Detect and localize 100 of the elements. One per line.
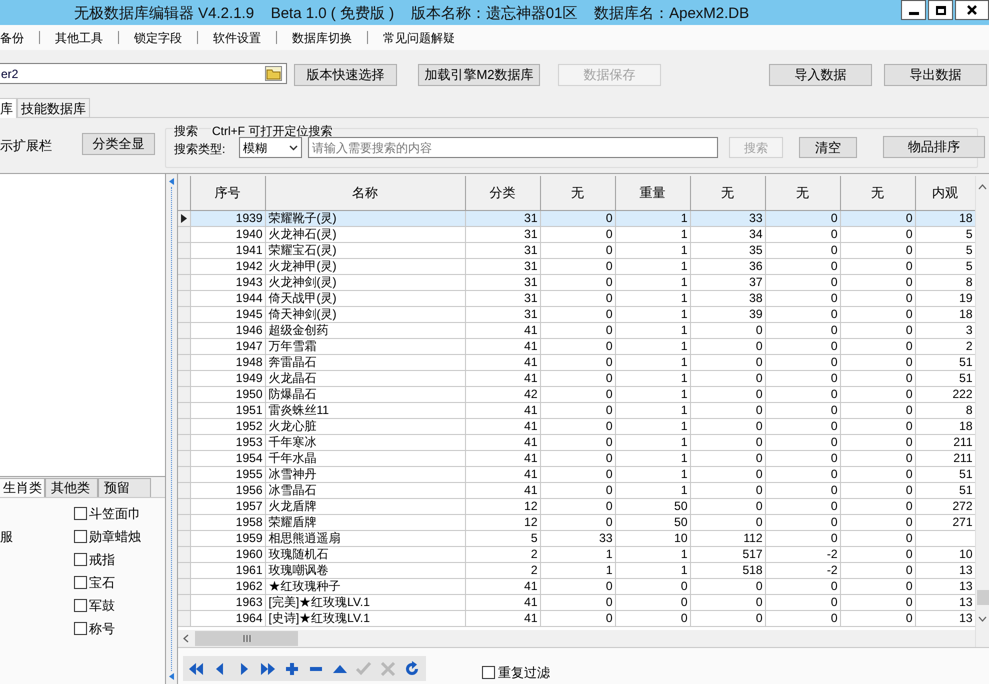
dedupe-checkbox[interactable]: 重复过滤 [482, 662, 550, 682]
table-cell: 0 [906, 578, 912, 592]
table-row[interactable]: 1946 超级金创药 41 0 1 0 0 0 3 [178, 322, 975, 338]
plus-icon[interactable] [283, 660, 301, 676]
table-row[interactable]: 1947 万年雪霜 41 0 1 0 0 0 2 [178, 338, 975, 354]
table-row[interactable]: 1957 火龙盾牌 12 0 50 0 0 0 272 [178, 498, 975, 514]
search-field[interactable]: 请输入需要搜索的内容 [308, 137, 718, 158]
table-row[interactable]: 1943 火龙神剑(灵) 31 0 1 37 0 0 8 [178, 274, 975, 290]
column-header[interactable]: 分类 [465, 176, 540, 210]
table-cell: 0 [906, 290, 912, 304]
category-checkbox[interactable]: 宝石 [74, 575, 165, 598]
table-row[interactable]: 1941 荣耀宝石(灵) 31 0 1 35 0 0 5 [178, 242, 975, 258]
table-row[interactable]: 1961 玫瑰嘲讽卷 2 1 1 518 -2 0 13 [178, 562, 975, 578]
table-row[interactable]: 1963 [完美]★红玫瑰LV.1 41 0 0 0 0 0 13 [178, 594, 975, 610]
table-cell: 50 [674, 498, 688, 512]
last-record-icon[interactable] [259, 660, 277, 676]
table-row[interactable]: 1960 玫瑰随机石 2 1 1 517 -2 0 10 [178, 546, 975, 562]
scroll-down-icon[interactable] [978, 616, 987, 622]
table-row[interactable]: 1939 荣耀靴子(灵) 31 0 1 33 0 0 18 [178, 210, 975, 226]
column-header[interactable]: 无 [540, 176, 615, 210]
refresh-icon[interactable] [403, 660, 421, 676]
show-all-button[interactable]: 分类全显 [82, 133, 155, 155]
table-cell: 272 [952, 498, 972, 512]
vertical-scrollbar[interactable] [975, 176, 989, 647]
search-type-dropdown[interactable]: 模糊 [239, 137, 302, 158]
folder-icon[interactable] [265, 66, 282, 81]
table-cell: 0 [756, 482, 762, 496]
table-cell: 35 [749, 242, 762, 256]
path-field[interactable]: er2 [0, 63, 287, 84]
scroll-thumb[interactable] [977, 590, 989, 605]
table-row[interactable]: 1959 相思熊逍遥扇 5 33 10 112 0 0 [178, 530, 975, 546]
column-header[interactable]: 序号 [190, 176, 265, 210]
close-button[interactable] [955, 0, 989, 20]
scroll-thumb[interactable] [195, 631, 298, 646]
menu-item[interactable]: 数据库切换 [277, 28, 367, 46]
table-row[interactable]: 1955 冰雪神丹 41 0 1 0 0 0 51 [178, 466, 975, 482]
table-row[interactable]: 1948 奔雷晶石 41 0 1 0 0 0 51 [178, 354, 975, 370]
table-row[interactable]: 1964 [史诗]★红玫瑰LV.1 41 0 0 0 0 0 13 [178, 610, 975, 626]
scroll-left-icon[interactable] [183, 634, 189, 643]
table-cell: 0 [680, 578, 688, 592]
category-checkbox[interactable]: 斗笠面巾 [74, 506, 165, 529]
table-cell: 0 [606, 226, 612, 240]
collapse-arrow-icon[interactable] [169, 178, 174, 185]
splitter[interactable] [166, 174, 178, 684]
table-cell: 1964 [236, 610, 262, 624]
collapse-arrow-icon[interactable] [169, 673, 174, 680]
toolbar-button[interactable]: 导出数据 [884, 64, 987, 86]
tab[interactable]: 库 [0, 98, 17, 118]
toolbar-button[interactable]: 版本快速选择 [294, 64, 397, 86]
table-row[interactable]: 1956 冰雪晶石 41 0 1 0 0 0 51 [178, 482, 975, 498]
horizontal-scrollbar[interactable] [178, 630, 975, 647]
toolbar-button[interactable]: 加载引擎M2数据库 [418, 64, 540, 86]
category-checkbox[interactable]: 勋章蜡烛 [74, 529, 165, 552]
table-row[interactable]: 1954 千年水晶 41 0 1 0 0 0 211 [178, 450, 975, 466]
table-row[interactable]: 1952 火龙心脏 41 0 1 0 0 0 18 [178, 418, 975, 434]
table-row[interactable]: 1950 防爆晶石 42 0 1 0 0 0 222 [178, 386, 975, 402]
table-row[interactable]: 1945 倚天神剑(灵) 31 0 1 39 0 0 18 [178, 306, 975, 322]
menu-item[interactable]: 锁定字段 [119, 28, 197, 46]
category-checkbox[interactable]: 军鼓 [74, 598, 165, 621]
table-row[interactable]: 1962 ★红玫瑰种子 41 0 0 0 0 0 13 [178, 578, 975, 594]
category-tab[interactable]: 预留 [98, 478, 151, 497]
table-cell: 千年水晶 [268, 450, 316, 464]
table-cell: 0 [830, 418, 838, 432]
column-header[interactable]: 无 [690, 176, 765, 210]
toggle-label[interactable]: 示扩展栏 [0, 136, 52, 156]
table-row[interactable]: 1949 火龙晶石 41 0 1 0 0 0 51 [178, 370, 975, 386]
column-header[interactable]: 内观 [915, 176, 975, 210]
table-row[interactable]: 1953 千年寒冰 41 0 1 0 0 0 211 [178, 434, 975, 450]
table-cell: 37 [749, 274, 762, 288]
category-checkbox[interactable]: 称号 [74, 621, 165, 644]
category-tab[interactable]: 其他类 [45, 478, 98, 497]
minimize-button[interactable] [901, 0, 926, 20]
table-row[interactable]: 1951 雷炎蛛丝11 41 0 1 0 0 0 8 [178, 402, 975, 418]
scroll-up-icon[interactable] [978, 184, 987, 190]
maximize-button[interactable] [928, 0, 953, 20]
tab[interactable]: 技能数据库 [17, 98, 90, 117]
table-cell: 0 [830, 482, 838, 496]
category-tab[interactable]: 生肖类 [0, 478, 45, 497]
menu-item[interactable]: 备份 [0, 28, 39, 46]
toolbar-button[interactable]: 导入数据 [769, 64, 872, 86]
column-header[interactable]: 无 [840, 176, 915, 210]
table-cell: 1961 [236, 562, 262, 576]
sort-button[interactable]: 物品排序 [883, 136, 985, 158]
table-row[interactable]: 1942 火龙神甲(灵) 31 0 1 36 0 0 5 [178, 258, 975, 274]
first-record-icon[interactable] [187, 660, 205, 676]
table-row[interactable]: 1944 倚天战甲(灵) 31 0 1 38 0 0 19 [178, 290, 975, 306]
column-header[interactable]: 名称 [265, 176, 465, 210]
category-checkbox[interactable]: 戒指 [74, 552, 165, 575]
table-cell: 1952 [236, 418, 262, 432]
table-cell: 31 [524, 290, 538, 304]
clear-button[interactable]: 清空 [799, 137, 857, 158]
table-row[interactable]: 1958 荣耀盾牌 12 0 50 0 0 0 271 [178, 514, 975, 530]
menu-item[interactable]: 软件设置 [198, 28, 276, 46]
table-cell: 1 [680, 434, 688, 448]
table-cell: 51 [959, 482, 972, 496]
table-row[interactable]: 1940 火龙神石(灵) 31 0 1 34 0 0 5 [178, 226, 975, 242]
column-header[interactable]: 无 [765, 176, 840, 210]
menu-item[interactable]: 常见问题解疑 [368, 28, 470, 46]
column-header[interactable]: 重量 [615, 176, 690, 210]
menu-item[interactable]: 其他工具 [40, 28, 118, 46]
